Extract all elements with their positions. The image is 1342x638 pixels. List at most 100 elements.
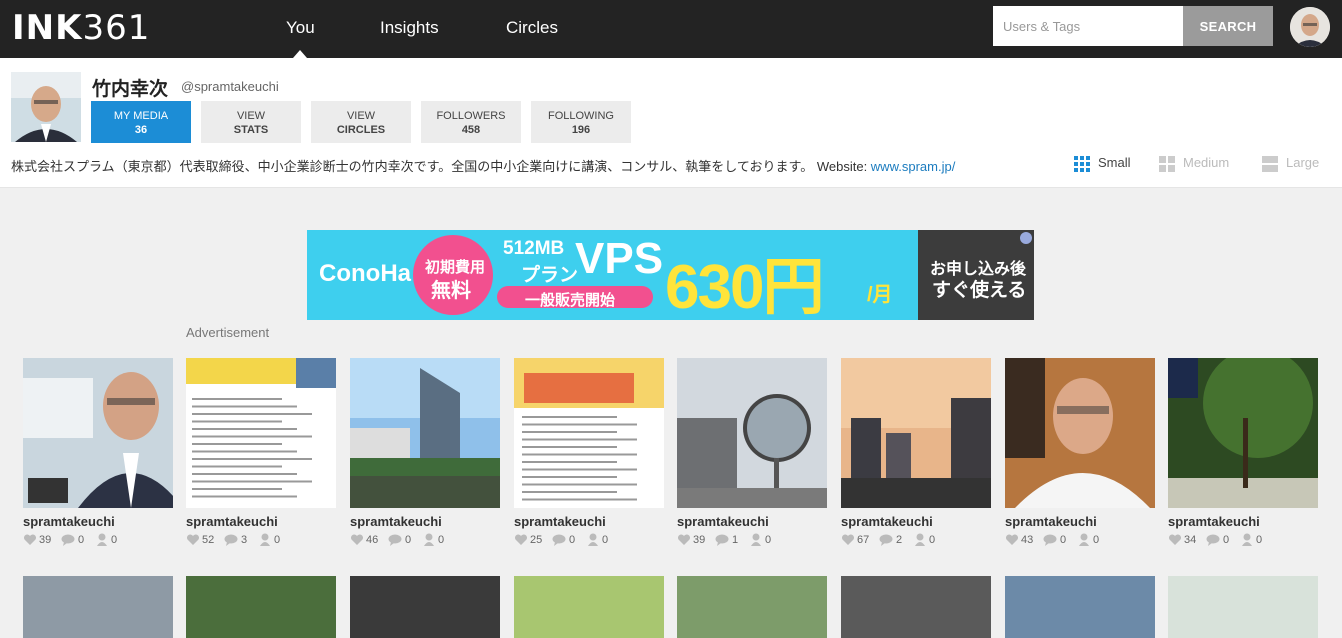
- post-username[interactable]: spramtakeuchi: [350, 514, 500, 529]
- user-tag-icon: [751, 533, 761, 546]
- media-thumbnail[interactable]: [186, 576, 336, 638]
- media-thumbnail[interactable]: [1168, 576, 1318, 638]
- nav-you[interactable]: You: [286, 18, 315, 38]
- post-username[interactable]: spramtakeuchi: [1005, 514, 1155, 529]
- view-medium[interactable]: Medium: [1183, 155, 1229, 170]
- profile-bio: 株式会社スプラム（東京都）代表取締役、中小企業診断士の竹内幸次です。全国の中小企…: [11, 156, 955, 175]
- ad-cta-line2: すぐ使える: [932, 280, 1027, 301]
- nav-insights[interactable]: Insights: [380, 18, 439, 38]
- comment-icon: [1043, 534, 1057, 546]
- comment-count: 3: [241, 534, 248, 546]
- user-avatar[interactable]: [1290, 7, 1330, 47]
- post-stats: 39 0 0: [23, 533, 173, 548]
- media-thumbnail[interactable]: [841, 358, 991, 508]
- media-thumbnail[interactable]: [1168, 358, 1318, 508]
- post-username[interactable]: spramtakeuchi: [841, 514, 991, 529]
- stat-label: VIEW: [236, 110, 266, 122]
- media-card[interactable]: spramtakeuchi 25 0 0: [514, 358, 664, 548]
- profile-picture: [11, 72, 81, 142]
- my-media-button[interactable]: MY MEDIA 36: [91, 101, 191, 143]
- heart-icon: [1168, 534, 1182, 545]
- media-thumbnail[interactable]: [186, 358, 336, 508]
- comment-count: 0: [405, 534, 412, 546]
- media-thumbnail[interactable]: [677, 576, 827, 638]
- nav-circles[interactable]: Circles: [506, 18, 558, 38]
- ad-sale: 一般販売開始: [525, 292, 616, 309]
- tag-count: 0: [438, 534, 445, 546]
- media-card[interactable]: spramtakeuchi 39 1 0: [677, 358, 827, 548]
- post-username[interactable]: spramtakeuchi: [23, 514, 173, 529]
- grid-medium-icon[interactable]: [1159, 156, 1175, 172]
- profile-handle: @spramtakeuchi: [181, 79, 279, 94]
- following-button[interactable]: FOLLOWING 196: [531, 101, 631, 143]
- media-thumbnail[interactable]: [350, 358, 500, 508]
- tag-count: 0: [1256, 534, 1263, 546]
- comment-icon: [1206, 534, 1220, 546]
- stat-label: FOLLOWING: [547, 110, 614, 122]
- media-card[interactable]: spramtakeuchi 52 3 0: [186, 358, 336, 548]
- heart-icon: [677, 534, 691, 545]
- ad-price: 630円: [665, 253, 824, 320]
- like-count: 34: [1184, 534, 1197, 546]
- advertisement-banner[interactable]: ConoHa 初期費用 無料 512MB プラン VPS 一般販売開始 630円…: [307, 230, 1034, 320]
- media-thumbnail[interactable]: [23, 358, 173, 508]
- post-username[interactable]: spramtakeuchi: [677, 514, 827, 529]
- search-input[interactable]: [993, 6, 1183, 46]
- tag-count: 0: [274, 534, 281, 546]
- bio-text: 株式会社スプラム（東京都）代表取締役、中小企業診断士の竹内幸次です。全国の中小企…: [11, 159, 871, 174]
- stat-value: 36: [134, 124, 148, 136]
- media-thumbnail[interactable]: [1005, 576, 1155, 638]
- media-card[interactable]: spramtakeuchi 39 0 0: [23, 358, 173, 548]
- view-stats-button[interactable]: VIEW STATS: [201, 101, 301, 143]
- view-small[interactable]: Small: [1098, 155, 1131, 170]
- like-count: 39: [693, 534, 706, 546]
- ad-vps: VPS: [575, 234, 664, 283]
- ad-plan-line2: プラン: [521, 265, 579, 286]
- search-button[interactable]: SEARCH: [1183, 6, 1273, 46]
- top-navbar: INK361 You Insights Circles SEARCH: [0, 0, 1342, 58]
- media-thumbnail[interactable]: [677, 358, 827, 508]
- like-count: 25: [530, 534, 543, 546]
- post-stats: 67 2 0: [841, 533, 991, 548]
- stat-label: FOLLOWERS: [436, 110, 506, 122]
- post-username[interactable]: spramtakeuchi: [1168, 514, 1318, 529]
- media-thumbnail[interactable]: [514, 358, 664, 508]
- media-thumbnail[interactable]: [350, 576, 500, 638]
- grid-small-icon[interactable]: [1074, 156, 1090, 172]
- tag-count: 0: [602, 534, 609, 546]
- ad-badge-line2: 無料: [431, 280, 471, 302]
- media-thumbnail[interactable]: [1005, 358, 1155, 508]
- comment-icon: [715, 534, 729, 546]
- media-card[interactable]: spramtakeuchi 34 0 0: [1168, 358, 1318, 548]
- heart-icon: [186, 534, 200, 545]
- view-large[interactable]: Large: [1286, 155, 1319, 170]
- view-circles-button[interactable]: VIEW CIRCLES: [311, 101, 411, 143]
- stat-value: 196: [571, 124, 591, 136]
- stat-label: VIEW: [346, 110, 376, 122]
- post-username[interactable]: spramtakeuchi: [514, 514, 664, 529]
- followers-button[interactable]: FOLLOWERS 458: [421, 101, 521, 143]
- post-username[interactable]: spramtakeuchi: [186, 514, 336, 529]
- tag-count: 0: [111, 534, 118, 546]
- website-link[interactable]: www.spram.jp/: [871, 159, 956, 174]
- media-thumbnail[interactable]: [514, 576, 664, 638]
- media-card[interactable]: spramtakeuchi 43 0 0: [1005, 358, 1155, 548]
- media-card[interactable]: spramtakeuchi 46 0 0: [350, 358, 500, 548]
- comment-icon: [388, 534, 402, 546]
- comment-icon: [552, 534, 566, 546]
- comment-icon: [224, 534, 238, 546]
- post-stats: 34 0 0: [1168, 533, 1318, 548]
- heart-icon: [841, 534, 855, 545]
- grid-large-icon[interactable]: [1262, 156, 1278, 172]
- media-thumbnail[interactable]: [23, 576, 173, 638]
- like-count: 67: [857, 534, 870, 546]
- ad-brand: ConoHa: [319, 260, 411, 287]
- media-card[interactable]: spramtakeuchi 67 2 0: [841, 358, 991, 548]
- heart-icon: [514, 534, 528, 545]
- post-stats: 52 3 0: [186, 533, 336, 548]
- ink361-logo[interactable]: INK361: [12, 8, 150, 48]
- profile-header: 竹内幸次 @spramtakeuchi MY MEDIA 36 VIEW STA…: [0, 58, 1342, 188]
- user-tag-icon: [915, 533, 925, 546]
- comment-icon: [879, 534, 893, 546]
- media-thumbnail[interactable]: [841, 576, 991, 638]
